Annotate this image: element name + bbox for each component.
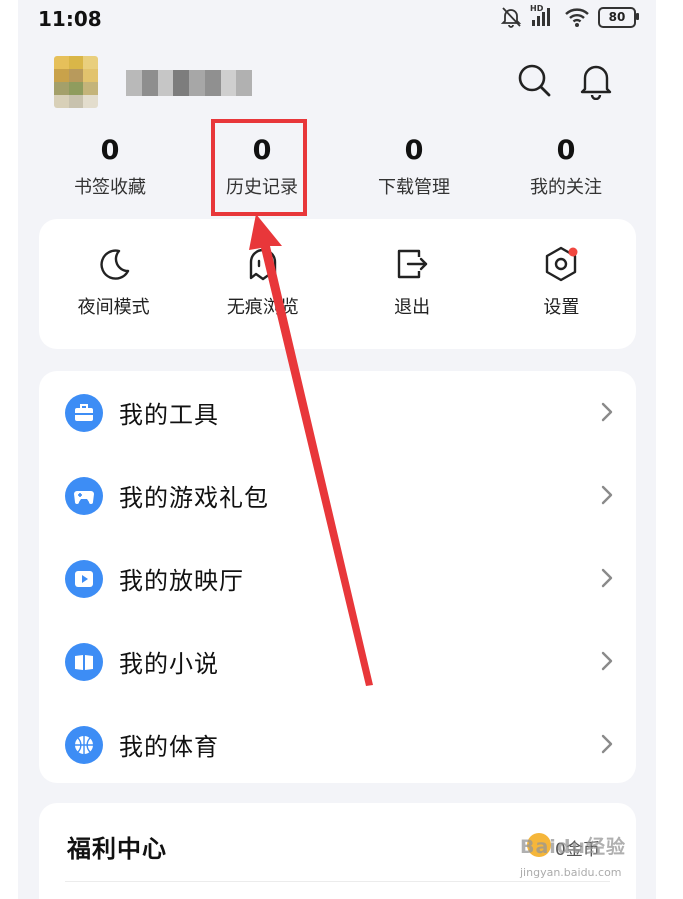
night-mode-label: 夜间模式 (77, 297, 150, 318)
status-time: 11:08 (38, 7, 102, 31)
status-icons: HD 80 (500, 4, 639, 28)
menu-label: 我的体育 (119, 733, 219, 761)
watermark-url: jingyan.baidu.com (520, 866, 622, 879)
logout-icon (397, 249, 428, 279)
search-icon[interactable] (514, 60, 554, 100)
menu-item-novels[interactable]: 我的小说 (39, 620, 636, 703)
username-blurred[interactable] (126, 70, 252, 96)
chevron-right-icon (601, 568, 613, 588)
signal-icon: HD (530, 4, 556, 28)
settings-icon (546, 246, 578, 282)
toolbox-icon (65, 393, 103, 432)
divider (65, 881, 610, 882)
gamepad-icon (65, 476, 103, 515)
menu-item-sports[interactable]: 我的体育 (39, 703, 636, 786)
status-bar: 11:08 HD 80 (18, 0, 656, 38)
stat-value: 0 (556, 135, 576, 166)
menu-label: 我的小说 (119, 650, 219, 678)
stat-value: 0 (404, 135, 424, 166)
stat-label: 书签收藏 (74, 177, 146, 198)
basketball-icon (65, 725, 103, 764)
stat-label: 我的关注 (530, 177, 602, 198)
chevron-right-icon (601, 651, 613, 671)
play-icon (65, 559, 103, 598)
settings-label: 设置 (543, 297, 580, 318)
battery-icon: 80 (598, 6, 639, 28)
menu-label: 我的游戏礼包 (119, 484, 269, 512)
menu-label: 我的工具 (119, 401, 219, 429)
phone-screen: 11:08 HD 80 0 书签收藏 0 历史记录 0 下载管理 0 我的关注 … (18, 0, 656, 899)
welfare-title: 福利中心 (67, 835, 167, 863)
settings-button[interactable]: 设置 (487, 219, 636, 349)
book-icon (65, 642, 103, 681)
wifi-icon (565, 8, 589, 27)
menu-label: 我的放映厅 (119, 567, 244, 595)
moon-icon (100, 249, 129, 280)
watermark-logo: Baidu经验 (520, 836, 626, 858)
avatar[interactable] (54, 56, 98, 108)
stat-following[interactable]: 0 我的关注 (490, 133, 642, 205)
chevron-right-icon (601, 734, 613, 754)
logout-label: 退出 (394, 297, 431, 318)
stats-row: 0 书签收藏 0 历史记录 0 下载管理 0 我的关注 (34, 133, 642, 205)
ghost-icon (249, 248, 277, 281)
menu-item-theater[interactable]: 我的放映厅 (39, 537, 636, 620)
stat-downloads[interactable]: 0 下载管理 (338, 133, 490, 205)
mute-bell-icon (500, 7, 522, 28)
notification-bell-icon[interactable] (576, 60, 616, 100)
stat-label: 下载管理 (378, 177, 450, 198)
chevron-right-icon (601, 402, 613, 422)
stat-value: 0 (100, 135, 120, 166)
incognito-button[interactable]: 无痕浏览 (188, 219, 337, 349)
chevron-right-icon (601, 485, 613, 505)
quick-actions-card: 夜间模式 无痕浏览 退出 设置 (39, 219, 636, 349)
menu-item-tools[interactable]: 我的工具 (39, 371, 636, 454)
night-mode-button[interactable]: 夜间模式 (39, 219, 188, 349)
logout-button[interactable]: 退出 (338, 219, 487, 349)
menu-item-game-gifts[interactable]: 我的游戏礼包 (39, 454, 636, 537)
incognito-label: 无痕浏览 (226, 297, 299, 318)
stat-bookmarks[interactable]: 0 书签收藏 (34, 133, 186, 205)
menu-list-card: 我的工具 我的游戏礼包 我的放映厅 我的小说 我的体育 (39, 371, 636, 783)
highlight-box (211, 119, 307, 216)
